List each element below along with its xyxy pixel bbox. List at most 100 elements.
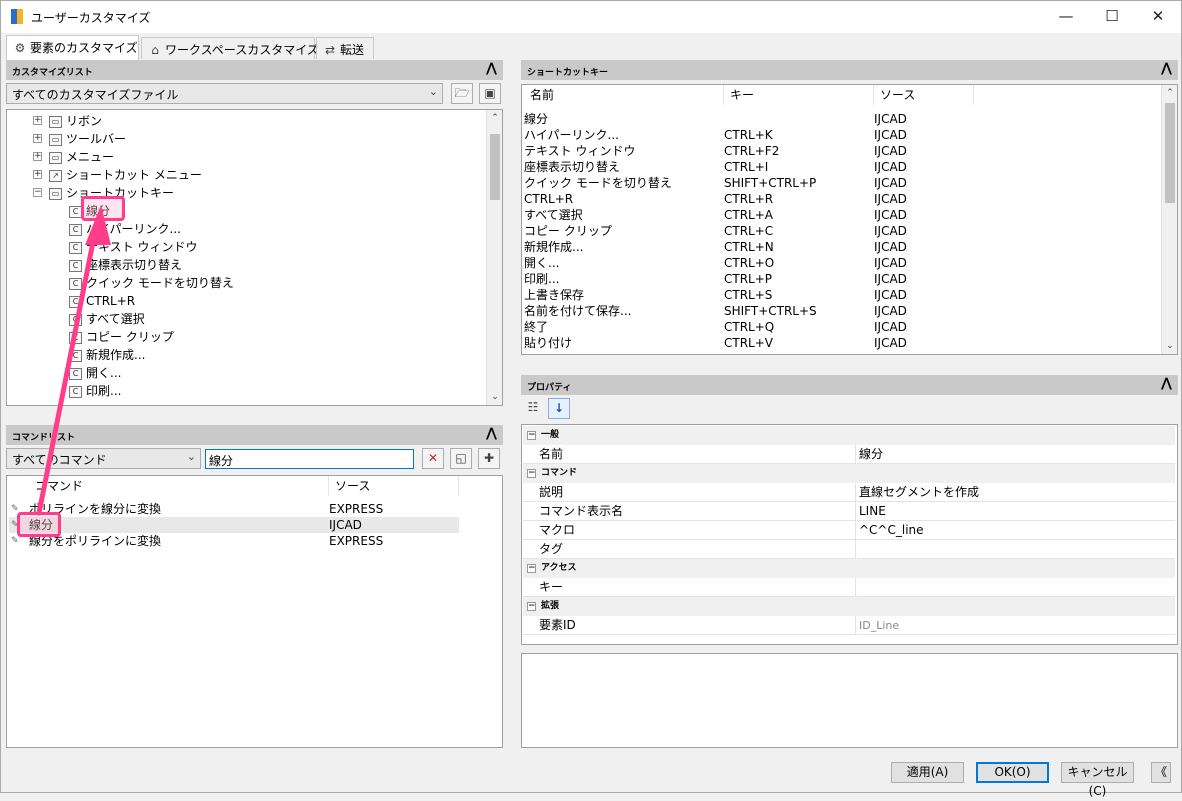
scroll-thumb[interactable] (1165, 103, 1175, 203)
collapse-icon[interactable]: ⋀ (486, 61, 497, 77)
open-file-button[interactable]: 🗁 (451, 83, 473, 104)
column-header-command[interactable]: コマンド (29, 476, 329, 496)
list-item[interactable]: ✎ 線分をポリラインに変換 EXPRESS (9, 533, 459, 549)
tree-expand-toggle[interactable]: + (33, 152, 42, 161)
property-row[interactable]: キー (523, 578, 1175, 597)
scroll-up-icon[interactable]: ⌃ (487, 110, 502, 126)
property-value[interactable]: ^C^C_line (857, 521, 1175, 540)
list-item[interactable]: ✎ 線分 IJCAD (9, 517, 459, 533)
table-row[interactable]: 貼り付け CTRL+V IJCAD (524, 335, 1154, 351)
column-header-key[interactable]: キー (724, 85, 874, 105)
table-row[interactable]: すべて選択 CTRL+A IJCAD (524, 207, 1154, 223)
command-search-input[interactable]: 線分 (205, 449, 414, 469)
close-button[interactable]: ✕ (1135, 1, 1181, 31)
tab-element-customize[interactable]: ⚙ 要素のカスタマイズ (6, 35, 139, 60)
collapse-toggle-icon[interactable]: − (527, 602, 536, 611)
tree-item[interactable]: ↗ ショートカット メニュー (49, 166, 202, 184)
table-row[interactable]: ハイパーリンク... CTRL+K IJCAD (524, 127, 1154, 143)
collapse-icon[interactable]: ⋀ (1161, 376, 1172, 392)
tab-workspace-customize[interactable]: ⌂ ワークスペースカスタマイズ (141, 37, 319, 59)
tree-expand-toggle[interactable]: + (33, 134, 42, 143)
shortcut-key-list[interactable]: 名前 キー ソース 線分 IJCAD ハイパーリンク... CTRL+K IJCAD テキ… (521, 84, 1178, 355)
collapse-icon[interactable]: ⋀ (486, 426, 497, 442)
table-row[interactable]: 新規作成... CTRL+N IJCAD (524, 239, 1154, 255)
cancel-button[interactable]: キャンセル(C) (1061, 762, 1134, 798)
table-row[interactable]: 終了 CTRL+Q IJCAD (524, 319, 1154, 335)
property-group[interactable]: − アクセス (523, 559, 1175, 578)
categorized-view-button[interactable]: ☷ (522, 398, 544, 419)
tree-item[interactable]: ▭ メニュー (49, 148, 114, 166)
table-row[interactable]: 印刷... CTRL+P IJCAD (524, 271, 1154, 287)
tree-expand-toggle[interactable]: + (33, 116, 42, 125)
tree-item[interactable]: C 新規作成... (69, 346, 145, 364)
ok-button[interactable]: OK(O) (976, 762, 1049, 783)
alphabetical-sort-button[interactable]: ↓ (548, 398, 570, 419)
tree-item[interactable]: C ハイパーリンク... (69, 220, 181, 238)
property-group[interactable]: − コマンド (523, 464, 1175, 483)
scroll-down-icon[interactable]: ⌄ (487, 389, 502, 405)
tree-item[interactable]: C すべて選択 (69, 310, 145, 328)
tree-expand-toggle[interactable]: + (33, 170, 42, 179)
apply-button[interactable]: 適用(A) (891, 762, 964, 783)
save-file-button[interactable]: ▣ (479, 83, 501, 104)
tree-item[interactable]: C テキスト ウィンドウ (69, 238, 197, 256)
shortcut-scrollbar[interactable]: ⌃ ⌄ (1161, 85, 1177, 354)
command-list[interactable]: コマンド ソース ✎ ポリラインを線分に変換 EXPRESS ✎ 線分 IJCAD ✎ 線分を… (6, 475, 503, 748)
scroll-down-icon[interactable]: ⌄ (1162, 338, 1177, 354)
property-row[interactable]: 名前 線分 (523, 445, 1175, 464)
new-command-button[interactable]: ✚ (478, 448, 500, 469)
tree-item[interactable]: C クイック モードを切り替え (69, 274, 234, 292)
clear-search-button[interactable]: ✕ (422, 448, 444, 469)
list-item[interactable]: ✎ ポリラインを線分に変換 EXPRESS (9, 501, 459, 517)
tree-expand-toggle[interactable]: − (33, 188, 42, 197)
command-properties-button[interactable]: ◱ (450, 448, 472, 469)
property-row[interactable]: コマンド表示名 LINE (523, 502, 1175, 521)
tree-item[interactable]: C CTRL+R (69, 292, 135, 310)
table-row[interactable]: 線分 IJCAD (524, 111, 1154, 127)
maximize-button[interactable]: ☐ (1089, 1, 1135, 31)
property-value[interactable]: 線分 (857, 445, 1175, 464)
customize-tree[interactable]: + ▭ リボン + ▭ ツールバー + ▭ メニュー + ↗ ショートカット メニュー − ▭ ショートカッ… (6, 109, 503, 406)
tree-scrollbar[interactable]: ⌃ ⌄ (486, 110, 502, 405)
minimize-button[interactable]: — (1043, 1, 1089, 31)
collapse-toggle-icon[interactable]: − (527, 469, 536, 478)
collapse-toggle-icon[interactable]: − (527, 564, 536, 573)
property-value[interactable]: ID_Line (857, 616, 1175, 635)
tree-item[interactable]: C コピー クリップ (69, 328, 174, 346)
collapse-toggle-icon[interactable]: − (527, 431, 536, 440)
tree-item[interactable]: C 開く... (69, 364, 121, 382)
column-header-source[interactable]: ソース (874, 85, 974, 105)
column-header-source[interactable]: ソース (329, 476, 459, 496)
table-row[interactable]: 座標表示切り替え CTRL+I IJCAD (524, 159, 1154, 175)
table-row[interactable]: 上書き保存 CTRL+S IJCAD (524, 287, 1154, 303)
property-value[interactable]: 直線セグメントを作成 (857, 483, 1175, 502)
tree-item[interactable]: C 印刷... (69, 382, 121, 400)
collapse-panel-button[interactable]: 《 (1151, 762, 1171, 783)
tree-item[interactable]: C 座標表示切り替え (69, 256, 182, 274)
collapse-icon[interactable]: ⋀ (1161, 61, 1172, 77)
table-row[interactable]: CTRL+R CTRL+R IJCAD (524, 191, 1154, 207)
property-row[interactable]: マクロ ^C^C_line (523, 521, 1175, 540)
properties-grid[interactable]: − 一般 名前 線分 − コマンド 説明 直線セグメントを作成 コマンド表示名 LINE マクロ ^C… (521, 424, 1178, 645)
tab-transfer[interactable]: ⇄ 転送 (316, 37, 374, 59)
property-value[interactable] (857, 578, 1175, 597)
customize-file-dropdown[interactable]: すべてのカスタマイズファイル ⌄ (6, 83, 443, 104)
tree-item[interactable]: ▭ ツールバー (49, 130, 126, 148)
property-row[interactable]: 説明 直線セグメントを作成 (523, 483, 1175, 502)
column-header-name[interactable]: 名前 (524, 85, 724, 105)
property-value[interactable]: LINE (857, 502, 1175, 521)
property-value[interactable] (857, 540, 1175, 559)
scroll-thumb[interactable] (490, 134, 500, 200)
table-row[interactable]: 名前を付けて保存... SHIFT+CTRL+S IJCAD (524, 303, 1154, 319)
table-row[interactable]: テキスト ウィンドウ CTRL+F2 IJCAD (524, 143, 1154, 159)
tree-item[interactable]: ▭ リボン (49, 112, 102, 130)
property-group[interactable]: − 拡張 (523, 597, 1175, 616)
property-group[interactable]: − 一般 (523, 426, 1175, 445)
property-row[interactable]: タグ (523, 540, 1175, 559)
command-filter-dropdown[interactable]: すべてのコマンド ⌄ (6, 448, 201, 469)
table-row[interactable]: 開く... CTRL+O IJCAD (524, 255, 1154, 271)
scroll-up-icon[interactable]: ⌃ (1162, 85, 1177, 101)
table-row[interactable]: コピー クリップ CTRL+C IJCAD (524, 223, 1154, 239)
property-row[interactable]: 要素ID ID_Line (523, 616, 1175, 635)
table-row[interactable]: クイック モードを切り替え SHIFT+CTRL+P IJCAD (524, 175, 1154, 191)
